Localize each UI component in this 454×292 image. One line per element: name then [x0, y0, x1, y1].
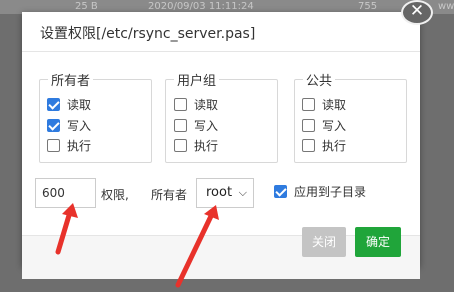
annotation-arrows	[55, 203, 219, 288]
arrow-to-owner-select	[175, 205, 219, 288]
arrow-to-permission-input	[55, 203, 78, 255]
